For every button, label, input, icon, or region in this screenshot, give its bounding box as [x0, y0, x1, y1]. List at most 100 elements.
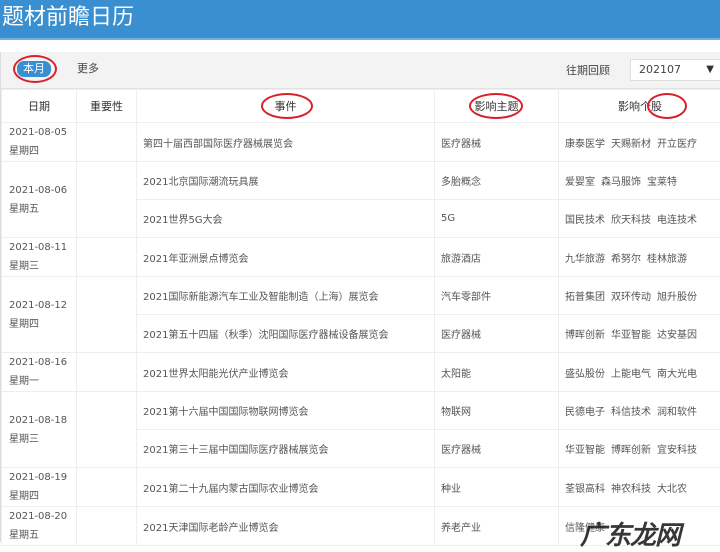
stock-link[interactable]: 博晖创新 — [565, 330, 605, 341]
stock-link[interactable]: 爱婴室 — [565, 177, 595, 188]
importance-cell — [77, 162, 137, 238]
stock-link[interactable]: 科信技术 — [611, 407, 651, 418]
column-header-stocks-label: 影响个股 — [618, 100, 662, 113]
event-cell[interactable]: 2021第十六届中国国际物联网博览会 — [137, 392, 435, 430]
watermark-logo: 广东龙网 — [580, 515, 680, 552]
stocks-cell: 盛弘股份上能电气南大光电 — [559, 353, 720, 392]
theme-cell[interactable]: 汽车零部件 — [435, 277, 559, 315]
importance-cell — [77, 123, 137, 162]
stocks-cell: 民德电子科信技术润和软件 — [559, 392, 720, 430]
table-row: 2021-08-05星期四 第四十届西部国际医疗器械展览会医疗器械康泰医学天赐新材… — [2, 123, 720, 162]
event-cell[interactable]: 2021天津国际老龄产业博览会 — [137, 507, 435, 546]
event-cell[interactable]: 2021世界太阳能光伏产业博览会 — [137, 353, 435, 392]
column-header-stocks: 影响个股 — [559, 90, 720, 123]
stock-link[interactable]: 达安基因 — [657, 330, 697, 341]
stock-link[interactable]: 九华旅游 — [565, 254, 605, 265]
stock-link[interactable]: 双环传动 — [611, 292, 651, 303]
tab-current-month[interactable]: 本月 — [17, 61, 51, 77]
column-header-event-label: 事件 — [275, 100, 297, 113]
stock-link[interactable]: 南大光电 — [657, 369, 697, 380]
stock-link[interactable]: 上能电气 — [611, 369, 651, 380]
table-row: 2021-08-11星期三 2021年亚洲景点博览会旅游酒店九华旅游希努尔桂林旅游 — [2, 238, 720, 277]
stock-link[interactable]: 开立医疗 — [657, 139, 697, 150]
table-row: 2021-08-16星期一2021世界太阳能光伏产业博览会太阳能盛弘股份上能电气… — [2, 353, 720, 392]
theme-cell[interactable]: 医疗器械 — [435, 123, 559, 162]
date-cell: 2021-08-11星期三 — [2, 238, 77, 277]
stock-link[interactable]: 康泰医学 — [565, 139, 605, 150]
column-header-theme: 影响主题 — [435, 90, 559, 123]
stock-link[interactable]: 拓普集团 — [565, 292, 605, 303]
date-text: 2021-08-06 — [9, 181, 76, 200]
theme-cell[interactable]: 物联网 — [435, 392, 559, 430]
tab-more[interactable]: 更多 — [77, 61, 99, 77]
weekday-text: 星期四 — [9, 315, 76, 334]
toolbar: 本月 更多 往期回顾 202107 ▼ — [1, 52, 720, 89]
stock-link[interactable]: 旭升股份 — [657, 292, 697, 303]
column-header-importance: 重要性 — [77, 90, 137, 123]
stock-link[interactable]: 大北农 — [657, 484, 687, 495]
event-cell[interactable]: 2021第二十九届内蒙古国际农业博览会 — [137, 468, 435, 507]
stocks-cell: 华亚智能博晖创新宜安科技 — [559, 430, 720, 468]
date-cell: 2021-08-05星期四 — [2, 123, 77, 162]
stocks-cell: 拓普集团双环传动旭升股份 — [559, 277, 720, 315]
stock-link[interactable]: 盛弘股份 — [565, 369, 605, 380]
table-header-row: 日期 重要性 事件 影响主题 影响个股 — [2, 90, 720, 123]
stock-link[interactable]: 天赐新材 — [611, 139, 651, 150]
event-cell[interactable]: 2021第三十三届中国国际医疗器械展览会 — [137, 430, 435, 468]
stock-link[interactable]: 博晖创新 — [611, 445, 651, 456]
page-header: 题材前瞻日历 — [0, 0, 720, 40]
table-row: 2021-08-19星期四 2021第二十九届内蒙古国际农业博览会种业荃银高科神农… — [2, 468, 720, 507]
event-cell[interactable]: 2021年亚洲景点博览会 — [137, 238, 435, 277]
triangle-down-icon: ▼ — [706, 60, 714, 80]
theme-cell[interactable]: 太阳能 — [435, 353, 559, 392]
theme-cell[interactable]: 种业 — [435, 468, 559, 507]
date-text: 2021-08-12 — [9, 296, 76, 315]
importance-cell — [77, 353, 137, 392]
stock-link[interactable]: 桂林旅游 — [647, 254, 687, 265]
stock-link[interactable]: 希努尔 — [611, 254, 641, 265]
theme-cell[interactable]: 医疗器械 — [435, 315, 559, 353]
stock-link[interactable]: 国民技术 — [565, 215, 605, 226]
event-cell[interactable]: 第四十届西部国际医疗器械展览会 — [137, 123, 435, 162]
stock-link[interactable]: 神农科技 — [611, 484, 651, 495]
stock-link[interactable]: 荃银高科 — [565, 484, 605, 495]
stock-link[interactable]: 宝莱特 — [647, 177, 677, 188]
stock-link[interactable]: 润和软件 — [657, 407, 697, 418]
date-cell: 2021-08-19星期四 — [2, 468, 77, 507]
event-cell[interactable]: 2021国际新能源汽车工业及智能制造（上海）展览会 — [137, 277, 435, 315]
theme-cell[interactable]: 医疗器械 — [435, 430, 559, 468]
stocks-cell: 国民技术欣天科技电连技术 — [559, 200, 720, 238]
theme-cell[interactable]: 多胎概念 — [435, 162, 559, 200]
event-cell[interactable]: 2021第五十四届（秋季）沈阳国际医疗器械设备展览会 — [137, 315, 435, 353]
date-cell: 2021-08-20星期五 — [2, 507, 77, 546]
importance-cell — [77, 392, 137, 468]
date-text: 2021-08-11 — [9, 238, 76, 257]
weekday-text: 星期一 — [9, 372, 76, 391]
importance-cell — [77, 468, 137, 507]
column-header-theme-label: 影响主题 — [475, 100, 519, 113]
weekday-text: 星期三 — [9, 257, 76, 276]
stock-link[interactable]: 欣天科技 — [611, 215, 651, 226]
theme-cell[interactable]: 养老产业 — [435, 507, 559, 546]
stock-link[interactable]: 华亚智能 — [565, 445, 605, 456]
event-cell[interactable]: 2021北京国际潮流玩具展 — [137, 162, 435, 200]
event-cell[interactable]: 2021世界5G大会 — [137, 200, 435, 238]
stock-link[interactable]: 华亚智能 — [611, 330, 651, 341]
weekday-text: 星期三 — [9, 430, 76, 449]
history-month-select[interactable]: 202107 ▼ — [630, 59, 720, 81]
stock-link[interactable]: 森马服饰 — [601, 177, 641, 188]
theme-cell[interactable]: 旅游酒店 — [435, 238, 559, 277]
stock-link[interactable]: 宜安科技 — [657, 445, 697, 456]
weekday-text: 星期四 — [9, 487, 76, 506]
stock-link[interactable]: 民德电子 — [565, 407, 605, 418]
table-row: 2021-08-06星期五2021北京国际潮流玩具展多胎概念爱婴室森马服饰宝莱特 — [2, 162, 720, 200]
stocks-cell: 荃银高科神农科技大北农 — [559, 468, 720, 507]
importance-cell — [77, 277, 137, 353]
table-row: 2021-08-12星期四2021国际新能源汽车工业及智能制造（上海）展览会汽车… — [2, 277, 720, 315]
date-text: 2021-08-19 — [9, 468, 76, 487]
history-label: 往期回顾 — [566, 63, 610, 79]
date-text: 2021-08-18 — [9, 411, 76, 430]
theme-cell[interactable]: 5G — [435, 200, 559, 238]
stock-link[interactable]: 电连技术 — [657, 215, 697, 226]
history-month-value: 202107 — [639, 63, 681, 76]
